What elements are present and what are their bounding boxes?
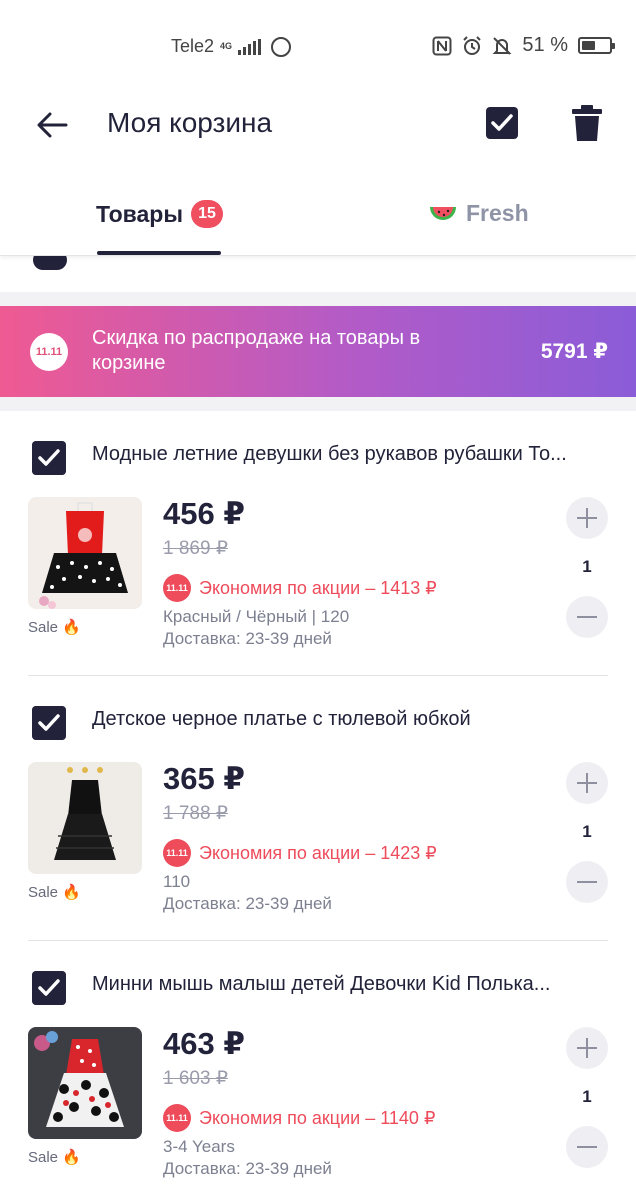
carrier-name: Tele2 [171,36,215,56]
saving-text: Экономия по акции – 1140 ₽ [199,1107,436,1128]
cart-count-badge: 15 [190,200,223,228]
saving-info: 11.11 Экономия по акции – 1413 ₽ [163,574,437,602]
whatsapp-icon [271,36,292,57]
page-title: Моя корзина [107,107,273,138]
tab-goods-label: Товары [96,200,183,227]
item-old-price: 1 869 ₽ [163,538,228,559]
decrease-quantity-button[interactable] [566,596,608,638]
item-old-price: 1 788 ₽ [163,803,228,824]
truck-icon [33,256,67,270]
item-delivery: Доставка: 23-39 дней [163,894,332,913]
saving-text: Экономия по акции – 1413 ₽ [199,577,437,598]
tab-fresh-label: Fresh [466,200,529,226]
increase-quantity-button[interactable] [566,497,608,539]
cart-item: Модные летние девушки без рукавов рубашк… [0,411,636,676]
section-gap [0,292,636,306]
saving-info: 11.11 Экономия по акции – 1140 ₽ [163,1104,435,1132]
sale-label: Sale 🔥 [28,884,81,901]
promo-amount: 5791 ₽ [540,340,608,363]
sale-label: Sale 🔥 [28,1149,81,1166]
product-image[interactable] [28,1027,142,1139]
saving-info: 11.11 Экономия по акции – 1423 ₽ [163,839,437,867]
saving-text: Экономия по акции – 1423 ₽ [199,842,437,863]
item-variant: 3-4 Years [163,1137,235,1156]
decrease-quantity-button[interactable] [566,861,608,903]
active-tab-indicator [97,251,221,255]
item-quantity: 1 [582,1087,592,1106]
sale-label: Sale 🔥 [28,619,81,636]
battery-percent: 51 % [522,34,568,56]
item-price: 365 ₽ [163,761,245,796]
sale-discount-banner[interactable]: 11.11 Скидка по распродаже на товары в к… [0,306,636,397]
back-arrow-icon[interactable] [32,105,72,145]
battery-icon [578,37,615,54]
battery-level [582,41,596,50]
cart-item: Детское черное платье с тюлевой юбкой Sa… [0,676,636,941]
signal-icon [238,38,262,55]
tab-fresh[interactable]: Fresh [428,200,529,227]
network-type: 4G [220,41,233,51]
sale-tag-icon: 11.11 [163,574,191,602]
item-variant: Красный / Чёрный | 120 [163,607,350,626]
item-variant: 110 [163,872,191,891]
sale-badge-icon: 11.11 [30,333,68,371]
item-title[interactable]: Минни мышь малыш детей Девочки Kid Польк… [92,973,604,996]
mute-icon [492,36,512,55]
product-image[interactable] [28,762,142,874]
item-checkbox[interactable] [32,441,66,475]
sale-tag-icon: 11.11 [163,1104,191,1132]
nfc-icon [432,36,452,55]
scrolled-content-edge [0,256,636,292]
increase-quantity-button[interactable] [566,762,608,804]
trash-icon[interactable] [570,103,604,143]
item-checkbox[interactable] [32,706,66,740]
status-left: Tele2 4G [171,36,292,57]
item-delivery: Доставка: 23-39 дней [163,1159,332,1178]
watermelon-icon [430,206,456,220]
tab-goods[interactable]: Товары 15 [96,200,223,228]
app-bar: Моя корзина [0,95,636,155]
cart-item: Минни мышь малыш детей Девочки Kid Польк… [0,941,636,1200]
item-delivery: Доставка: 23-39 дней [163,629,332,648]
item-price: 456 ₽ [163,496,245,531]
status-bar: Tele2 4G 51 % [0,0,636,95]
decrease-quantity-button[interactable] [566,1126,608,1168]
sale-tag-icon: 11.11 [163,839,191,867]
product-image[interactable] [28,497,142,609]
promo-text: Скидка по распродаже на товары в корзине [92,327,421,374]
item-price: 463 ₽ [163,1026,245,1061]
section-gap [0,397,636,411]
alarm-icon [463,35,482,55]
item-title[interactable]: Модные летние девушки без рукавов рубашк… [92,443,604,466]
status-right: 51 % [432,34,615,57]
tab-bar: Товары 15 Fresh [0,186,636,256]
check-all-icon[interactable] [484,105,520,141]
item-quantity: 1 [582,822,592,841]
item-old-price: 1 603 ₽ [163,1068,228,1089]
item-title[interactable]: Детское черное платье с тюлевой юбкой [92,708,604,731]
increase-quantity-button[interactable] [566,1027,608,1069]
item-quantity: 1 [582,557,592,576]
item-checkbox[interactable] [32,971,66,1005]
